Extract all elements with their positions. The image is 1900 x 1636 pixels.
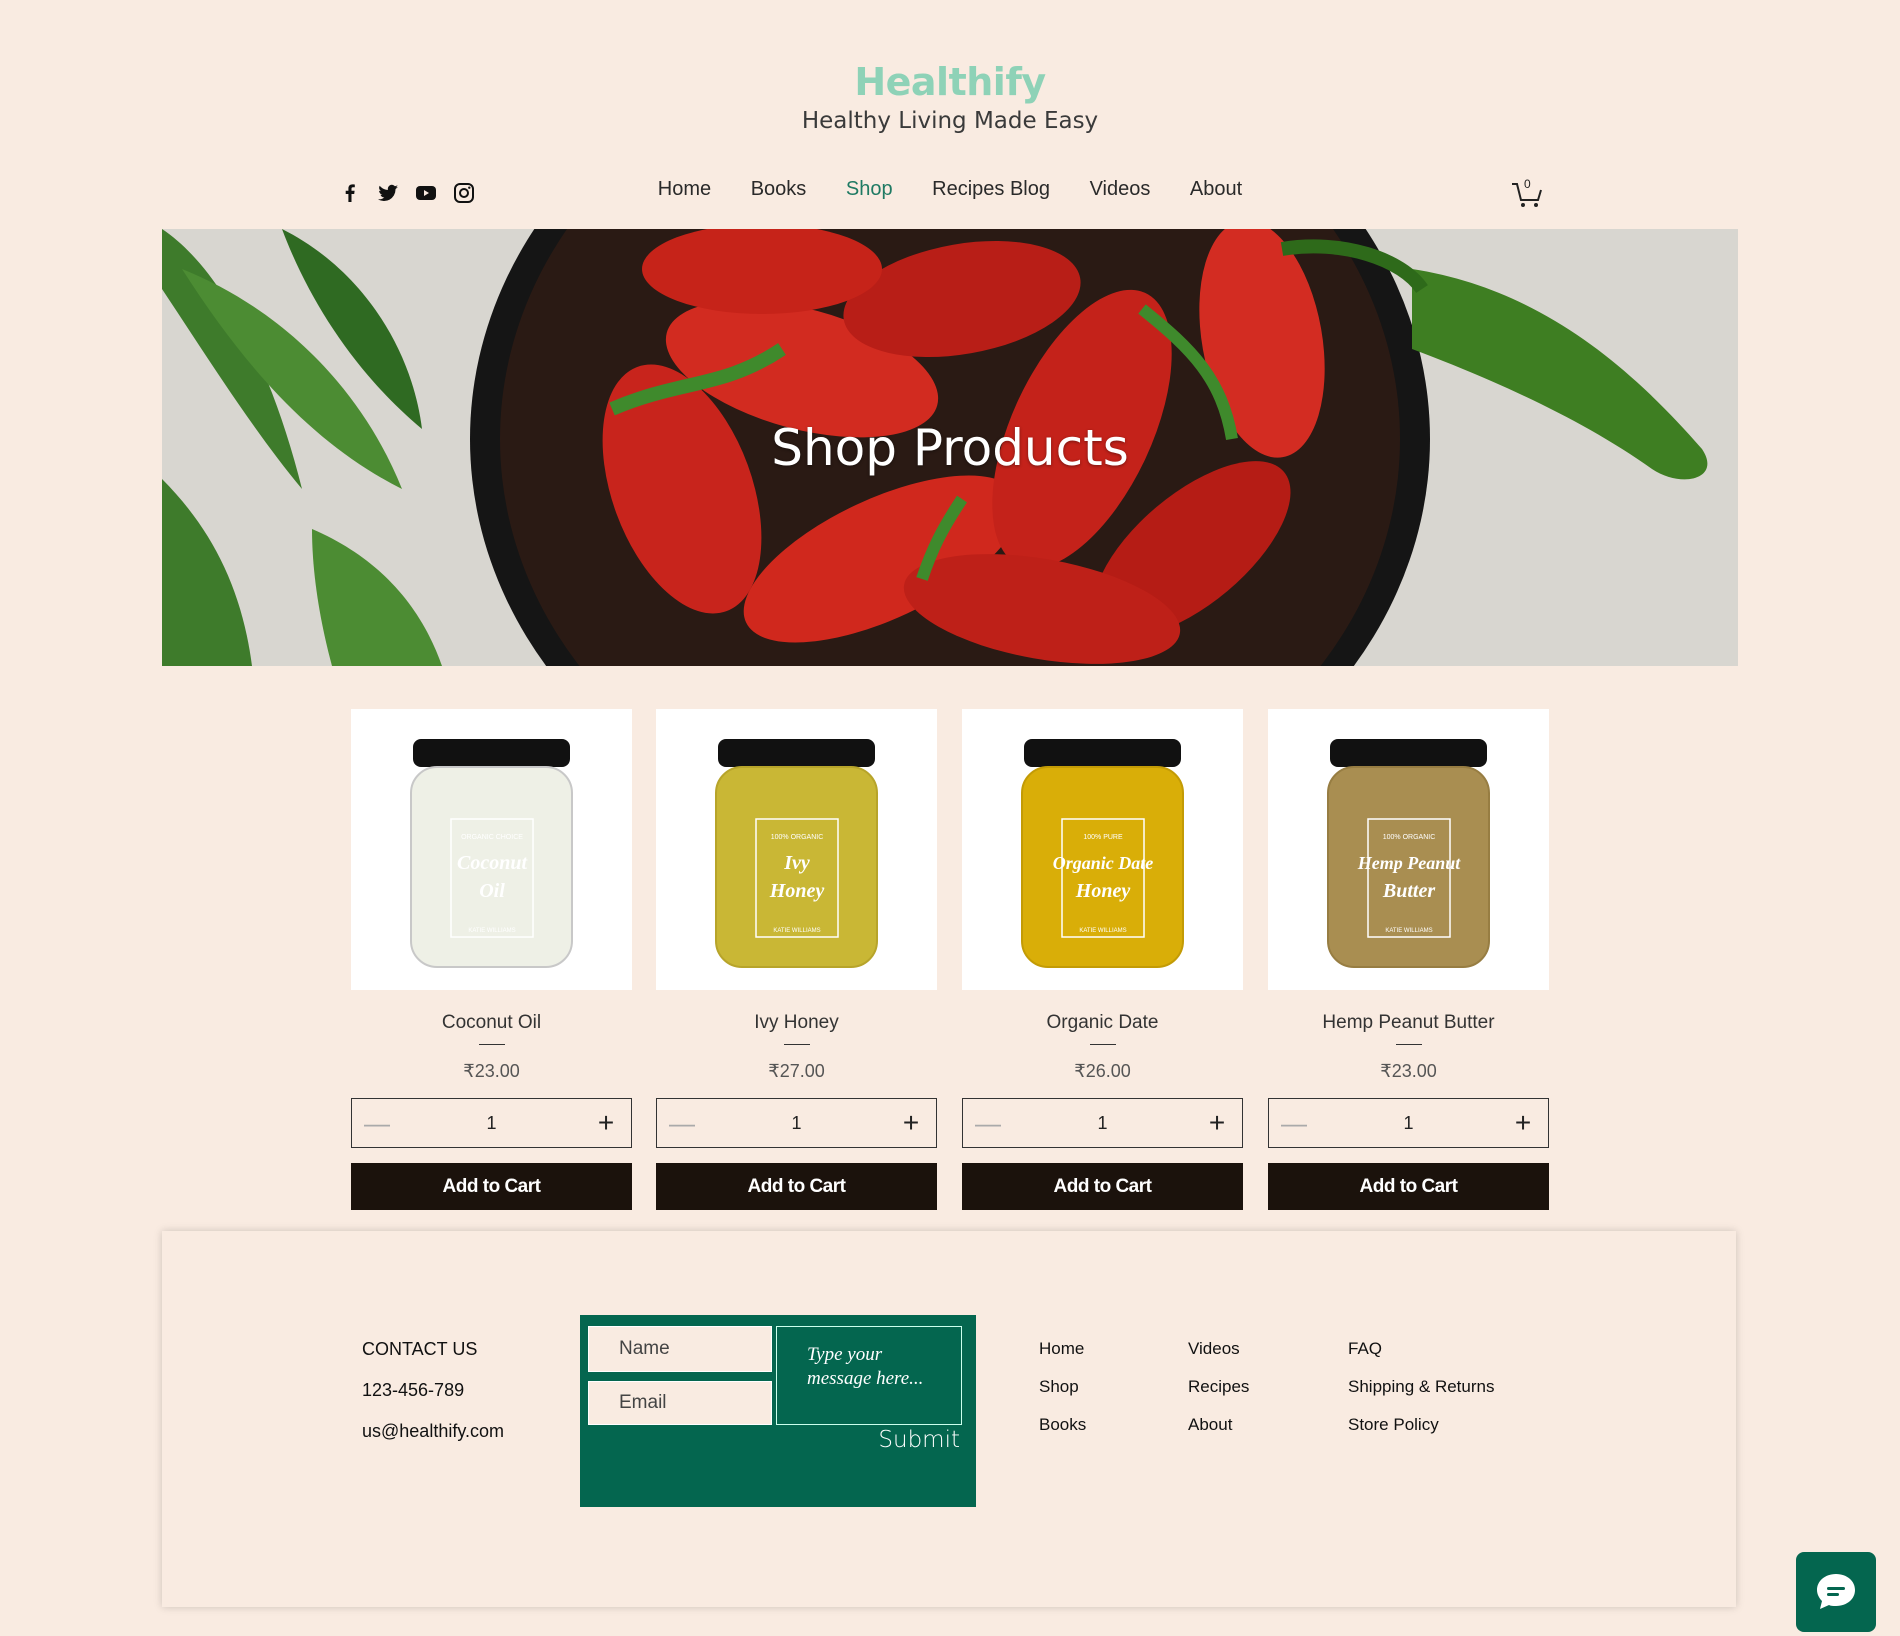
hero-title: Shop Products — [771, 419, 1129, 477]
increase-button[interactable]: + — [581, 1107, 631, 1139]
nav-item-home[interactable]: Home — [658, 178, 711, 200]
jar-label-line1: Organic Date — [1053, 853, 1154, 873]
main-nav: Home Books Shop Recipes Blog Videos Abou… — [0, 178, 1900, 201]
product-card: ORGANIC CHOICE Coconut Oil KATIE WILLIAM… — [351, 709, 632, 1210]
jar-label-top: ORGANIC CHOICE — [461, 834, 523, 841]
jar-label-bottom: KATIE WILLIAMS — [1385, 928, 1432, 934]
nav-item-shop[interactable]: Shop — [846, 178, 893, 200]
jar-label-top: 100% ORGANIC — [771, 834, 824, 841]
quantity-value[interactable]: 1 — [1319, 1113, 1498, 1134]
jar-label-line2: Honey — [1075, 880, 1131, 902]
footer-link-home[interactable]: Home — [1039, 1339, 1086, 1359]
contact-email[interactable]: us@healthify.com — [362, 1421, 504, 1442]
submit-button[interactable]: Submit — [878, 1427, 960, 1453]
jar-label-bottom: KATIE WILLIAMS — [773, 928, 820, 934]
increase-button[interactable]: + — [1192, 1107, 1242, 1139]
footer-link-shop[interactable]: Shop — [1039, 1377, 1086, 1397]
jar-image: 100% PURE Organic Date Honey KATIE WILLI… — [1021, 739, 1184, 968]
quantity-stepper: — 1 + — [1268, 1098, 1549, 1148]
quantity-value[interactable]: 1 — [1013, 1113, 1192, 1134]
decrease-button[interactable]: — — [352, 1108, 402, 1139]
site-tagline: Healthy Living Made Easy — [801, 108, 1099, 134]
product-image[interactable]: 100% ORGANIC Hemp Peanut Butter KATIE WI… — [1268, 709, 1549, 990]
product-image[interactable]: 100% PURE Organic Date Honey KATIE WILLI… — [962, 709, 1243, 990]
jar-label-line2: Oil — [479, 880, 505, 902]
product-name[interactable]: Coconut Oil — [351, 1012, 632, 1034]
footer-link-books[interactable]: Books — [1039, 1415, 1086, 1435]
cart-button[interactable]: 0 — [1510, 177, 1544, 210]
jar-label-top: 100% PURE — [1083, 834, 1123, 841]
contact-phone: 123-456-789 — [362, 1380, 465, 1400]
footer-link-videos[interactable]: Videos — [1188, 1339, 1249, 1359]
footer-link-faq[interactable]: FAQ — [1348, 1339, 1494, 1359]
jar-image: 100% ORGANIC Hemp Peanut Butter KATIE WI… — [1327, 739, 1490, 968]
name-field[interactable]: Name — [588, 1326, 772, 1372]
message-field[interactable]: Type your message here... — [776, 1326, 962, 1425]
footer-link-store-policy[interactable]: Store Policy — [1348, 1415, 1494, 1435]
contact-form: Name Email Type your message here... Sub… — [580, 1315, 976, 1507]
product-price: ₹23.00 — [1380, 1061, 1437, 1081]
add-to-cart-button[interactable]: Add to Cart — [656, 1163, 937, 1210]
increase-button[interactable]: + — [886, 1107, 936, 1139]
quantity-stepper: — 1 + — [962, 1098, 1243, 1148]
product-image[interactable]: 100% ORGANIC Ivy Honey KATIE WILLIAMS — [656, 709, 937, 990]
quantity-value[interactable]: 1 — [707, 1113, 886, 1134]
chat-icon — [1817, 1574, 1855, 1609]
add-to-cart-button[interactable]: Add to Cart — [1268, 1163, 1549, 1210]
add-to-cart-button[interactable]: Add to Cart — [962, 1163, 1243, 1210]
email-field[interactable]: Email — [588, 1381, 772, 1425]
jar-label-bottom: KATIE WILLIAMS — [468, 928, 515, 934]
footer-link-shipping-returns[interactable]: Shipping & Returns — [1348, 1377, 1494, 1397]
jar-label-line2: Butter — [1382, 880, 1435, 902]
jar-label-line1: Hemp Peanut — [1357, 853, 1461, 873]
divider — [1395, 1044, 1422, 1045]
product-name[interactable]: Hemp Peanut Butter — [1268, 1012, 1549, 1034]
product-card: 100% PURE Organic Date Honey KATIE WILLI… — [962, 709, 1243, 1210]
jar-image: ORGANIC CHOICE Coconut Oil KATIE WILLIAM… — [410, 739, 573, 968]
contact-block: CONTACT US 123-456-789 us@healthify.com — [362, 1339, 504, 1462]
decrease-button[interactable]: — — [1269, 1108, 1319, 1139]
product-image[interactable]: ORGANIC CHOICE Coconut Oil KATIE WILLIAM… — [351, 709, 632, 990]
decrease-button[interactable]: — — [963, 1108, 1013, 1139]
decrease-button[interactable]: — — [657, 1108, 707, 1139]
quantity-value[interactable]: 1 — [402, 1113, 581, 1134]
chat-button[interactable] — [1796, 1552, 1876, 1632]
product-name[interactable]: Ivy Honey — [656, 1012, 937, 1034]
footer-links-col1: Home Shop Books — [1039, 1339, 1086, 1453]
add-to-cart-button[interactable]: Add to Cart — [351, 1163, 632, 1210]
product-price: ₹27.00 — [768, 1061, 825, 1081]
nav-item-books[interactable]: Books — [751, 178, 807, 200]
footer-link-about[interactable]: About — [1188, 1415, 1249, 1435]
jar-label-bottom: KATIE WILLIAMS — [1079, 928, 1126, 934]
footer-link-recipes[interactable]: Recipes — [1188, 1377, 1249, 1397]
jar-label-line1: Coconut — [457, 852, 528, 874]
divider — [783, 1044, 810, 1045]
cart-count: 0 — [1524, 177, 1531, 191]
footer-links-col3: FAQ Shipping & Returns Store Policy — [1348, 1339, 1494, 1453]
site-header: Healthify Healthy Living Made Easy — [0, 58, 1900, 136]
site-footer: CONTACT US 123-456-789 us@healthify.com … — [162, 1231, 1736, 1607]
site-logo[interactable]: Healthify — [0, 58, 1900, 106]
product-name[interactable]: Organic Date — [962, 1012, 1243, 1034]
jar-image: 100% ORGANIC Ivy Honey KATIE WILLIAMS — [715, 739, 878, 968]
hero-banner: Shop Products — [162, 229, 1738, 666]
product-card: 100% ORGANIC Hemp Peanut Butter KATIE WI… — [1268, 709, 1549, 1210]
nav-item-videos[interactable]: Videos — [1090, 178, 1151, 200]
increase-button[interactable]: + — [1498, 1107, 1548, 1139]
quantity-stepper: — 1 + — [656, 1098, 937, 1148]
product-card: 100% ORGANIC Ivy Honey KATIE WILLIAMS Iv… — [656, 709, 937, 1210]
divider — [1089, 1044, 1116, 1045]
contact-heading: CONTACT US — [362, 1339, 478, 1359]
jar-label-top: 100% ORGANIC — [1383, 834, 1436, 841]
nav-item-recipes-blog[interactable]: Recipes Blog — [932, 178, 1050, 200]
footer-links-col2: Videos Recipes About — [1188, 1339, 1249, 1453]
jar-label-line2: Honey — [769, 880, 825, 902]
divider — [478, 1044, 505, 1045]
product-price: ₹23.00 — [463, 1061, 520, 1081]
jar-label-line1: Ivy — [783, 852, 810, 874]
quantity-stepper: — 1 + — [351, 1098, 632, 1148]
product-price: ₹26.00 — [1074, 1061, 1131, 1081]
nav-item-about[interactable]: About — [1190, 178, 1242, 200]
